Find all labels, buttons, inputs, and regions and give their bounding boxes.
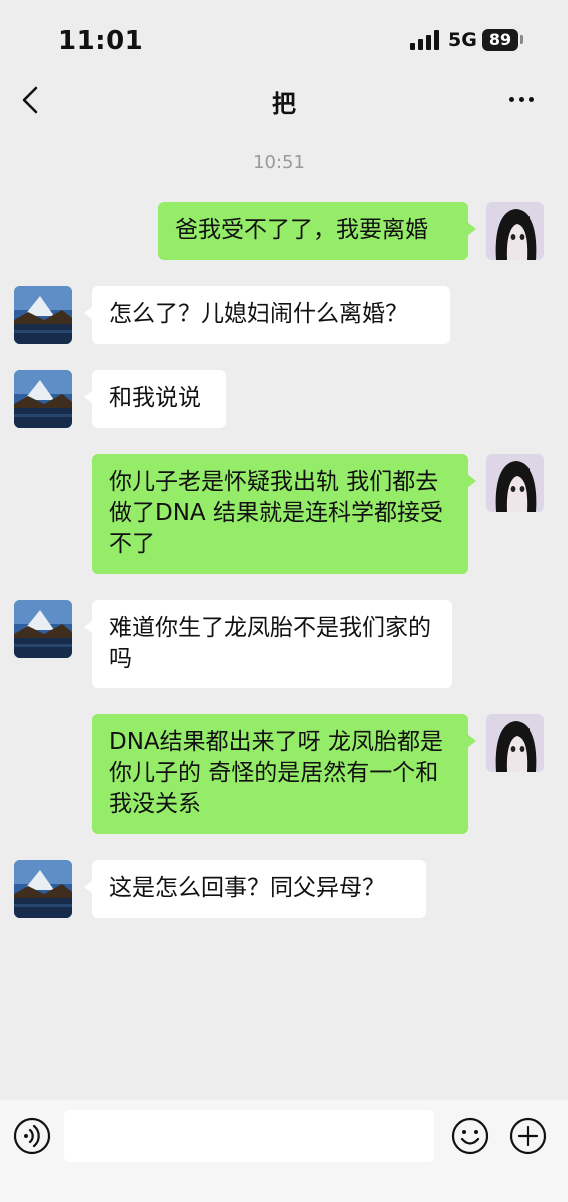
voice-icon[interactable] [12, 1116, 52, 1156]
message-bubble-sent[interactable]: 爸我受不了了，我要离婚 [158, 202, 476, 260]
message-text: 怎么了？儿媳妇闹什么离婚？ [109, 301, 408, 327]
message-input[interactable] [64, 1110, 434, 1162]
emoji-icon[interactable] [450, 1116, 490, 1156]
message-text: 这是怎么回事？同父异母？ [109, 875, 385, 901]
input-bar [0, 1100, 568, 1202]
signal-icon [410, 30, 439, 50]
message-bubble-sent[interactable]: DNA结果都出来了呀 龙凤胎都是你儿子的 奇怪的是居然有一个和我没关系 [92, 714, 476, 834]
message-bubble-sent[interactable]: 你儿子老是怀疑我出轨 我们都去做了DNA 结果就是连科学都接受不了 [92, 454, 476, 574]
my-avatar[interactable] [486, 454, 544, 512]
message-text: 爸我受不了了，我要离婚 [175, 217, 428, 243]
contact-avatar[interactable] [14, 600, 72, 658]
message-text: 和我说说 [109, 385, 201, 411]
battery-level: 89 [488, 30, 512, 49]
my-avatar[interactable] [486, 202, 544, 260]
message-text: 你儿子老是怀疑我出轨 我们都去做了DNA 结果就是连科学都接受不了 [109, 469, 443, 557]
nav-bar: 把 [0, 72, 568, 128]
message-text: 难道你生了龙凤胎不是我们家的吗 [109, 615, 431, 672]
message-bubble-received[interactable]: 怎么了？儿媳妇闹什么离婚？ [84, 286, 450, 344]
status-time: 11:01 [58, 26, 144, 56]
message-text: DNA结果都出来了呀 龙凤胎都是你儿子的 奇怪的是居然有一个和我没关系 [109, 729, 443, 817]
status-bar: 11:01 5G 89 [0, 0, 568, 72]
chat-timestamp: 10:51 [253, 152, 305, 173]
message-bubble-received[interactable]: 和我说说 [84, 370, 226, 428]
contact-avatar[interactable] [14, 370, 72, 428]
contact-avatar[interactable] [14, 286, 72, 344]
battery-icon: 89 [482, 29, 518, 51]
battery-tip [520, 35, 523, 44]
chat-title: 把 [272, 90, 296, 118]
more-dots-icon[interactable] [500, 84, 544, 114]
my-avatar[interactable] [486, 714, 544, 772]
message-bubble-received[interactable]: 难道你生了龙凤胎不是我们家的吗 [84, 600, 452, 688]
network-label: 5G [448, 29, 477, 51]
plus-icon[interactable] [508, 1116, 548, 1156]
message-bubble-received[interactable]: 这是怎么回事？同父异母？ [84, 860, 426, 918]
chat-screen: 11:01 5G 89 把 10:51 爸我受不了了，我要离婚 怎么了？儿媳妇闹… [0, 0, 568, 1202]
contact-avatar[interactable] [14, 860, 72, 918]
